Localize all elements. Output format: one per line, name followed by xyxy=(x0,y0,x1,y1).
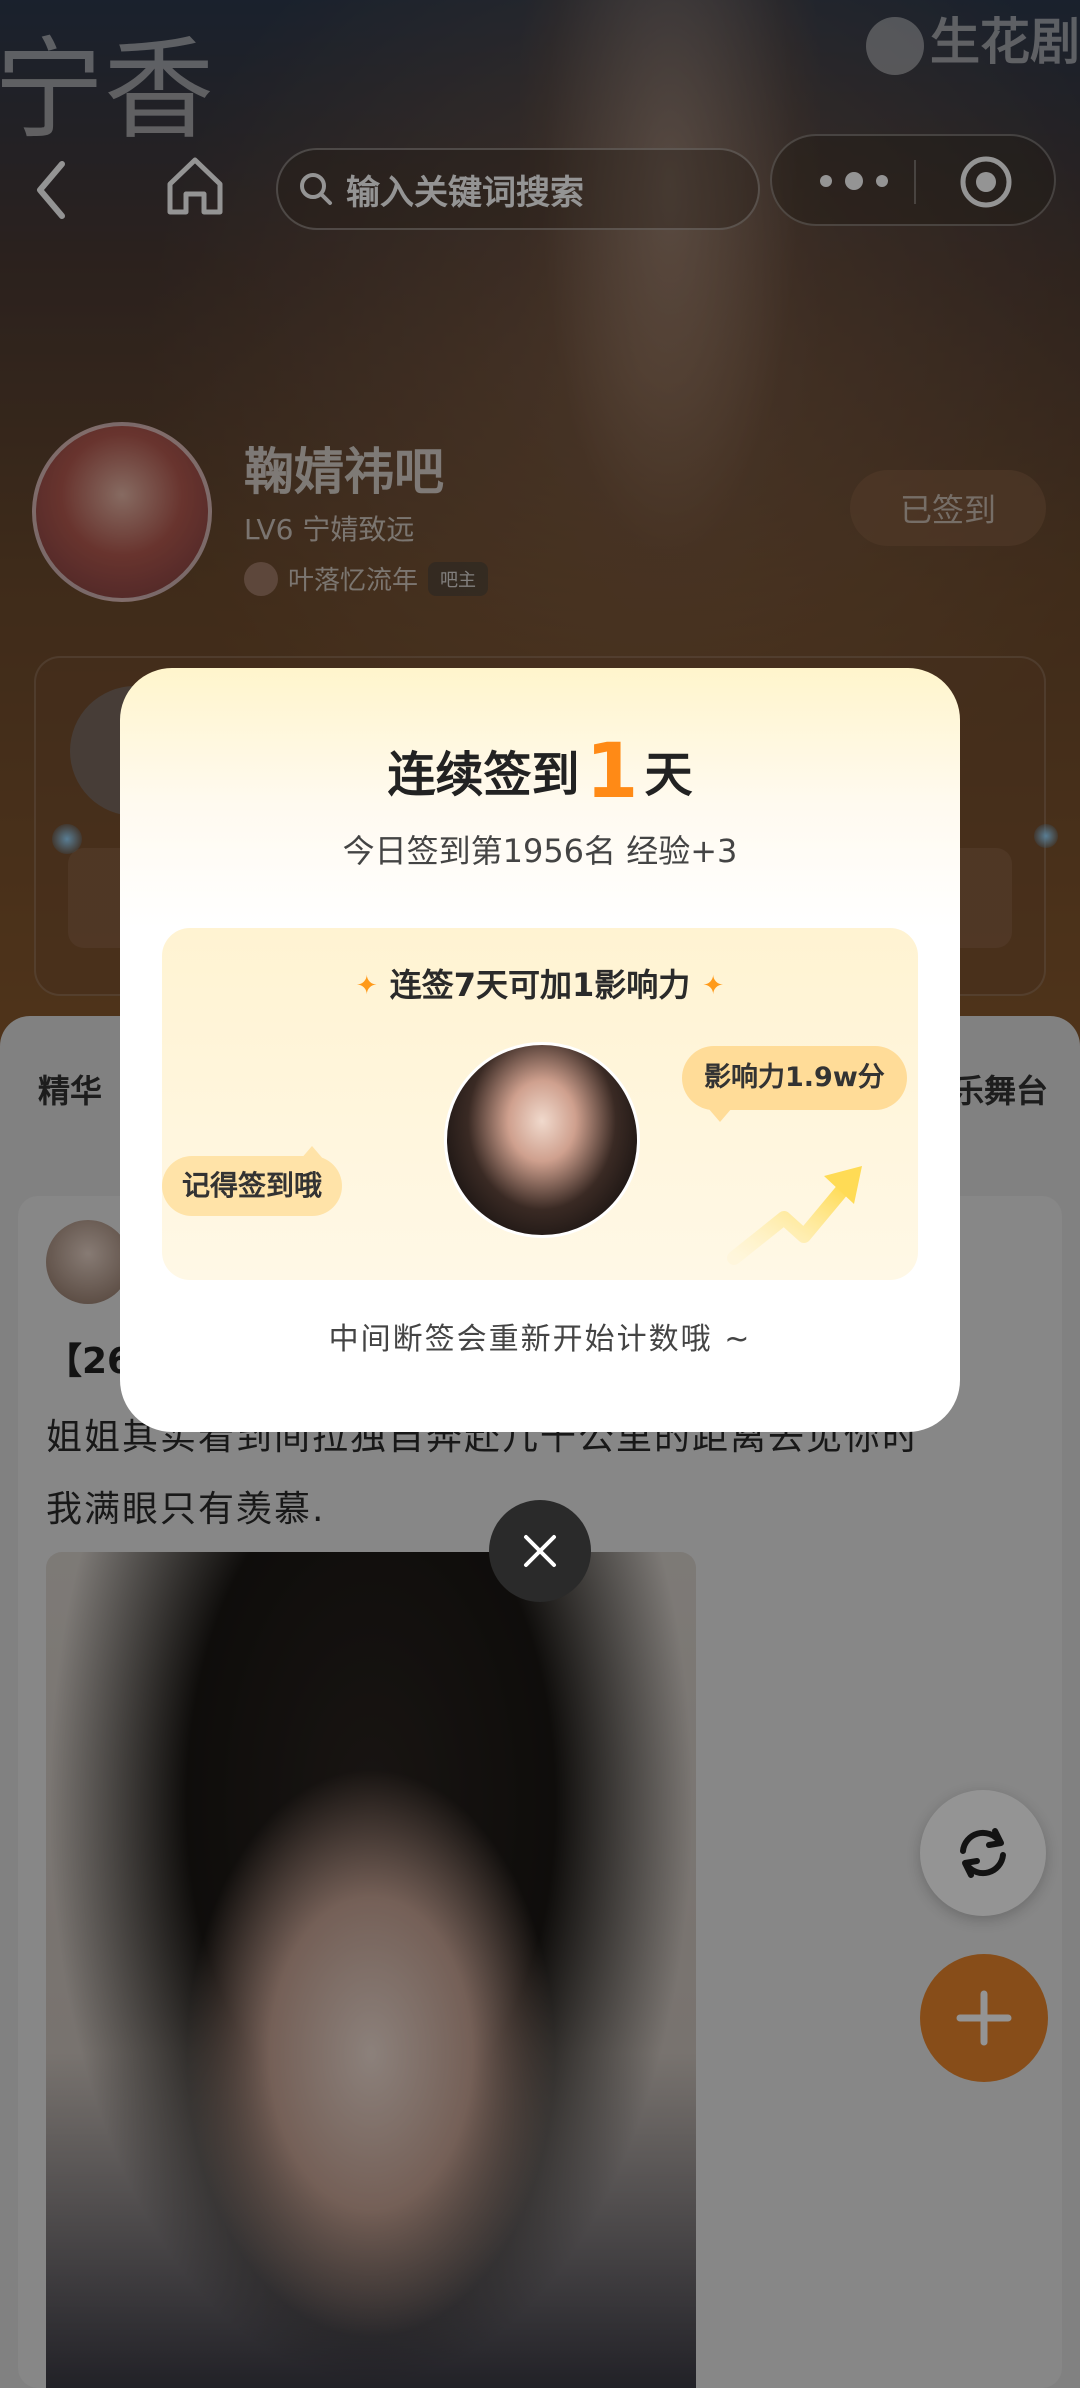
modal-footer-note: 中间断签会重新开始计数哦 ~ xyxy=(328,1322,752,1357)
modal-title: 连续签到1 天 xyxy=(120,726,960,815)
sign-in-modal: 连续签到1 天 今日签到第1956名 经验+3 ✦ 连签7天可加1影响力 ✦ 记得签到… xyxy=(120,668,960,1432)
trend-up-arrow-icon xyxy=(727,1166,862,1265)
modal-title-suffix: 天 xyxy=(644,747,693,803)
user-avatar xyxy=(444,1042,640,1238)
streak-days: 1 xyxy=(585,726,639,815)
sparkle-icon: ✦ xyxy=(702,971,725,1001)
influence-bubble: 影响力1.9w分 xyxy=(682,1046,907,1122)
close-modal-button[interactable] xyxy=(489,1500,591,1602)
close-icon xyxy=(524,1535,556,1567)
sparkle-icon: ✦ xyxy=(355,971,378,1001)
remind-bubble: 记得签到哦 xyxy=(162,1146,343,1216)
reward-title-text: 连签7天可加1影响力 xyxy=(389,966,691,1004)
modal-title-prefix: 连续签到 xyxy=(387,747,580,803)
modal-subtitle: 今日签到第1956名 经验+3 xyxy=(342,832,738,870)
reward-title: ✦ 连签7天可加1影响力 ✦ xyxy=(162,960,918,1006)
